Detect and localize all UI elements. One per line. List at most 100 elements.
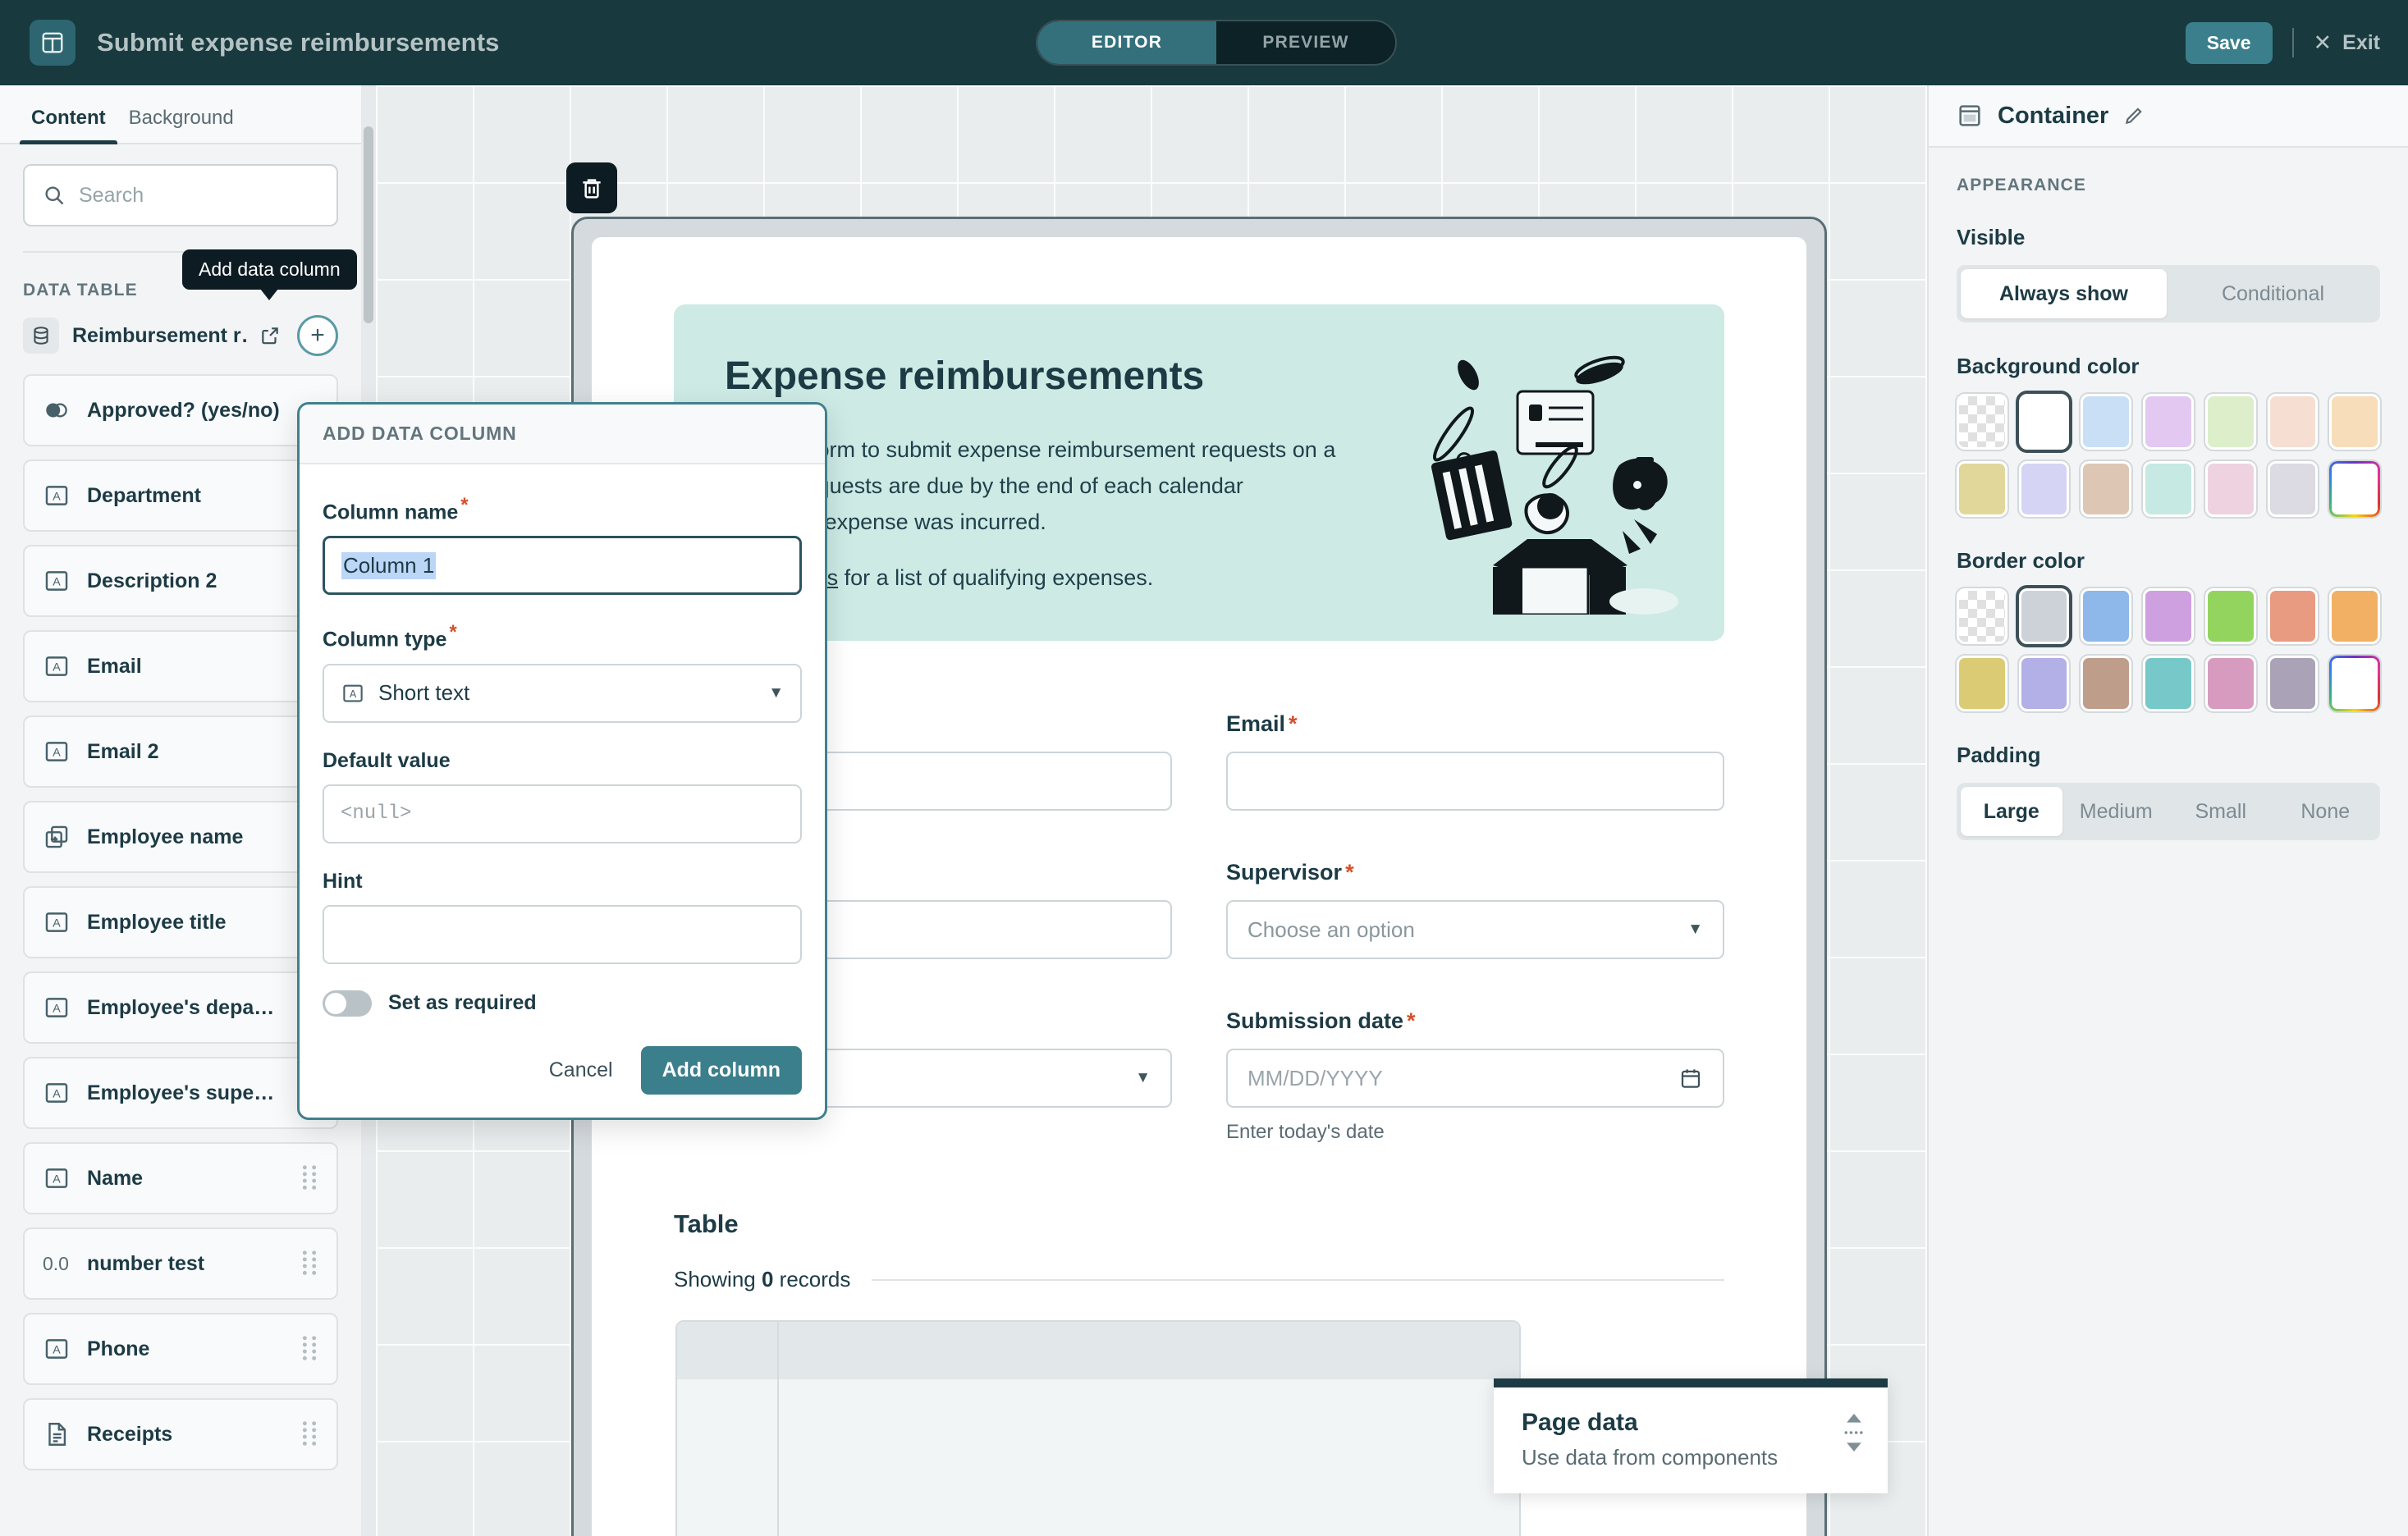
tab-content[interactable]: Content [20,107,117,144]
date-placeholder: MM/DD/YYYY [1247,1065,1383,1090]
file-icon [48,1423,66,1446]
tab-background[interactable]: Background [117,107,245,143]
delete-component-button[interactable] [566,162,617,213]
list-item-label: Employee's depa… [87,995,275,1019]
page-data-card[interactable]: Page data Use data from components [1494,1378,1888,1493]
swatch-blue[interactable] [2079,392,2134,451]
hint-label: Hint [323,869,363,893]
padding-segmented-control: Large Medium Small None [1957,783,2380,840]
default-value-input[interactable]: <null> [323,784,802,843]
email-field[interactable] [1226,752,1724,811]
trash-icon [583,179,601,199]
visible-option-always-show[interactable]: Always show [1961,269,2167,318]
external-link-icon[interactable] [259,325,281,346]
drag-handle-icon[interactable] [300,1420,318,1448]
list-item[interactable]: Approved? (yes/no) [23,374,338,446]
number-icon: 0.0 [43,1252,69,1274]
list-item[interactable]: A Name [23,1142,338,1214]
add-column-button[interactable]: Add column [640,1045,802,1095]
swatch-lavender[interactable] [2017,654,2072,713]
swatch-purple[interactable] [2141,392,2195,451]
add-data-column-button[interactable]: + [297,315,338,356]
swatch-yellow[interactable] [1955,654,2009,713]
svg-text:A: A [53,1344,61,1357]
list-item[interactable]: A Department [23,459,338,532]
swatch-blue[interactable] [2079,587,2134,646]
swatch-gray[interactable] [2265,459,2320,519]
exit-button[interactable]: ✕ Exit [2314,30,2380,56]
list-item[interactable]: Employee name [23,801,338,873]
column-name-input[interactable]: Column 1 [323,536,802,596]
short-text-icon: A [45,912,68,932]
swatch-gray[interactable] [2015,585,2073,647]
swatch-teal[interactable] [2141,459,2195,519]
svg-text:A: A [53,1003,61,1016]
swatch-pink[interactable] [2203,654,2258,713]
swatch-transparent[interactable] [1955,392,2009,451]
list-item[interactable]: A Email [23,630,338,702]
swatch-tan[interactable] [2079,459,2134,519]
search-input[interactable] [79,183,318,208]
swatch-yellow[interactable] [1955,459,2009,519]
swatch-mauve[interactable] [2265,654,2320,713]
calendar-icon[interactable] [1678,1066,1703,1090]
short-text-icon: A [45,1168,68,1188]
list-item[interactable]: A Employee's depa… [23,971,338,1044]
search-box[interactable] [23,164,338,226]
swatch-salmon[interactable] [2265,587,2320,646]
supervisor-select[interactable]: Choose an option ▼ [1226,900,1724,959]
swatch-purple[interactable] [2141,587,2195,646]
records-count: 0 [761,1267,774,1291]
pencil-icon[interactable] [2123,105,2145,126]
required-marker: * [460,494,469,516]
swatch-teal[interactable] [2141,654,2195,713]
set-required-toggle[interactable] [323,990,372,1017]
list-item-label: Department [87,483,201,507]
list-item[interactable]: A Employee's supe… [23,1057,338,1129]
swatch-pink[interactable] [2203,459,2258,519]
list-item[interactable]: A Description 2 [23,545,338,617]
swatch-tan[interactable] [2079,654,2134,713]
drag-handle-icon[interactable] [300,1335,318,1363]
drag-handle-icon[interactable] [1843,1414,1865,1451]
swatch-peach[interactable] [2265,392,2320,451]
mode-toggle[interactable]: EDITOR PREVIEW [1036,20,1397,66]
padding-option-small[interactable]: Small [2170,787,2272,836]
short-text-icon: A [45,571,68,591]
hint-input[interactable] [323,904,802,964]
submission-date-field[interactable]: MM/DD/YYYY [1226,1049,1724,1108]
list-item[interactable]: A Employee title [23,886,338,958]
tab-preview[interactable]: PREVIEW [1216,21,1395,64]
chevron-down-icon: ▼ [1687,921,1703,938]
drag-handle-icon[interactable] [300,1250,318,1278]
list-item[interactable]: A Phone [23,1313,338,1385]
swatch-green[interactable] [2203,587,2258,646]
swatch-orange[interactable] [2328,392,2382,451]
records-row: Showing 0 records [674,1267,1724,1292]
swatch-lavender[interactable] [2017,459,2072,519]
list-item[interactable]: A Email 2 [23,715,338,788]
hero-container[interactable]: Expense reimbursements Use this form to … [674,304,1724,641]
scrollbar-thumb[interactable] [364,126,373,323]
svg-text:A: A [53,917,61,930]
swatch-custom-color-picker[interactable] [2328,654,2382,713]
swatch-transparent[interactable] [1955,587,2009,646]
drag-handle-icon[interactable] [300,1164,318,1192]
save-button[interactable]: Save [2185,21,2273,64]
swatch-custom-color-picker[interactable] [2328,459,2382,519]
short-text-icon: A [45,1083,68,1103]
tab-editor[interactable]: EDITOR [1037,21,1216,64]
swatch-white[interactable] [2015,391,2073,453]
swatch-green[interactable] [2203,392,2258,451]
visible-option-conditional[interactable]: Conditional [2170,269,2376,318]
cancel-button[interactable]: Cancel [544,1049,618,1092]
list-item-label: Employee name [87,825,244,848]
list-item[interactable]: Receipts [23,1398,338,1470]
padding-option-none[interactable]: None [2275,787,2377,836]
list-item[interactable]: 0.0 number test [23,1227,338,1300]
column-type-select[interactable]: A Short text ▼ [323,663,802,723]
swatch-orange[interactable] [2328,587,2382,646]
padding-option-large[interactable]: Large [1961,787,2062,836]
padding-option-medium[interactable]: Medium [2066,787,2168,836]
modal-actions: Cancel Add column [323,1045,802,1095]
